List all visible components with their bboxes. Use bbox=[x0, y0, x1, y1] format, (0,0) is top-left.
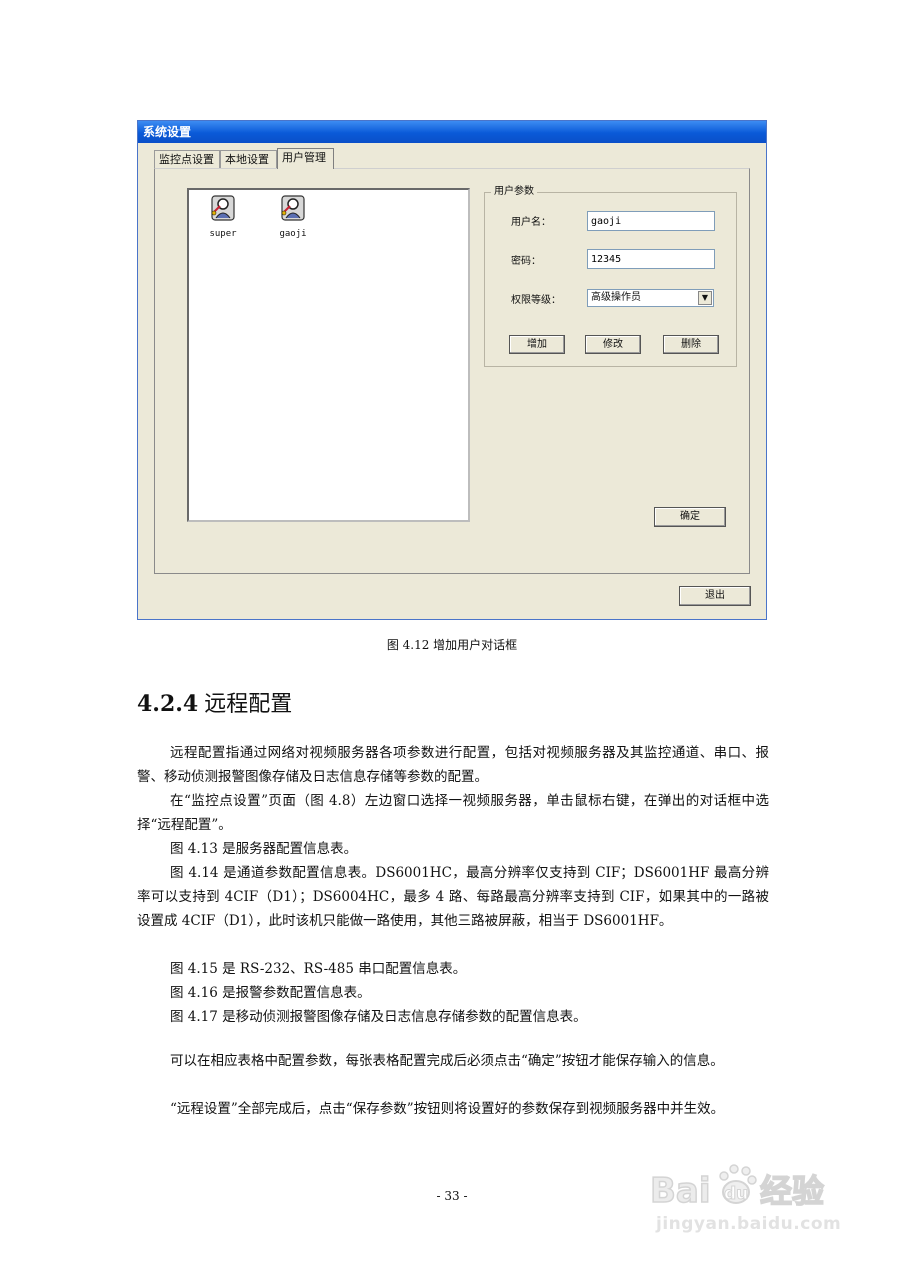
list-item-user-super[interactable]: super bbox=[193, 194, 253, 239]
svg-text:Bai: Bai bbox=[650, 1171, 711, 1211]
baidu-jingyan-watermark-logo: Bai du 经验 bbox=[649, 1164, 825, 1212]
username-label: 用户名： bbox=[511, 217, 551, 228]
list-item-user-gaoji[interactable]: gaoji bbox=[263, 194, 323, 239]
paragraph: 可以在相应表格中配置参数，每张表格配置完成后必须点击“确定”按钮才能保存输入的信… bbox=[170, 1053, 724, 1069]
paragraph: 图 4.14 是通道参数配置信息表。DS6001HC，最高分辨率仅支持到 CIF… bbox=[137, 865, 769, 929]
password-label: 密码： bbox=[511, 256, 541, 267]
user-params-group-label: 用户参数 bbox=[491, 182, 537, 197]
username-input[interactable] bbox=[587, 211, 715, 231]
ok-button[interactable]: 确定 bbox=[654, 507, 726, 527]
add-user-button[interactable]: 增加 bbox=[509, 335, 565, 354]
paragraph: 图 4.17 是移动侦测报警图像存储及日志信息存储参数的配置信息表。 bbox=[170, 1009, 587, 1025]
permission-level-select[interactable]: 高级操作员 ▼ bbox=[587, 289, 714, 307]
exit-button[interactable]: 退出 bbox=[679, 586, 751, 606]
modify-user-button[interactable]: 修改 bbox=[585, 335, 641, 354]
permission-level-label: 权限等级： bbox=[511, 295, 561, 306]
section-heading: 4.2.4 远程配置 bbox=[137, 686, 292, 718]
paragraph: 图 4.15 是 RS-232、RS-485 串口配置信息表。 bbox=[170, 961, 467, 977]
paragraph: 远程配置指通过网络对视频服务器各项参数进行配置，包括对视频服务器及其监控通道、串… bbox=[137, 745, 769, 785]
system-settings-dialog: 系统设置 监控点设置 本地设置 用户管理 super gaoji 用户参数 用户… bbox=[137, 120, 767, 620]
svg-text:经验: 经验 bbox=[760, 1172, 824, 1210]
tab-local-settings[interactable]: 本地设置 bbox=[220, 150, 277, 168]
paragraph: “远程设置”全部完成后，点击“保存参数”按钮则将设置好的参数保存到视频服务器中并… bbox=[170, 1101, 725, 1117]
permission-level-value: 高级操作员 bbox=[591, 292, 641, 303]
tab-user-management[interactable]: 用户管理 bbox=[277, 148, 334, 169]
paragraph: 图 4.16 是报警参数配置信息表。 bbox=[170, 985, 371, 1001]
dialog-title: 系统设置 bbox=[138, 121, 766, 143]
user-name-label: super bbox=[209, 229, 237, 239]
section-title: 远程配置 bbox=[204, 692, 293, 717]
svg-text:du: du bbox=[724, 1184, 748, 1204]
tab-monitor-point-settings[interactable]: 监控点设置 bbox=[154, 150, 220, 168]
figure-caption: 图 4.12 增加用户对话框 bbox=[386, 638, 518, 652]
paragraph: 图 4.13 是服务器配置信息表。 bbox=[170, 841, 358, 857]
section-number: 4.2.4 bbox=[137, 691, 199, 717]
chevron-down-icon[interactable]: ▼ bbox=[698, 291, 712, 305]
user-name-label: gaoji bbox=[279, 229, 307, 239]
watermark-url: jingyan.baidu.com bbox=[656, 1214, 842, 1234]
delete-user-button[interactable]: 删除 bbox=[663, 335, 719, 354]
password-input[interactable] bbox=[587, 249, 715, 269]
paragraph: 在“监控点设置”页面（图 4.8）左边窗口选择一视频服务器，单击鼠标右键，在弹出… bbox=[137, 793, 769, 833]
user-key-icon bbox=[281, 195, 305, 221]
user-key-icon bbox=[211, 195, 235, 221]
user-list[interactable]: super gaoji bbox=[187, 188, 470, 522]
